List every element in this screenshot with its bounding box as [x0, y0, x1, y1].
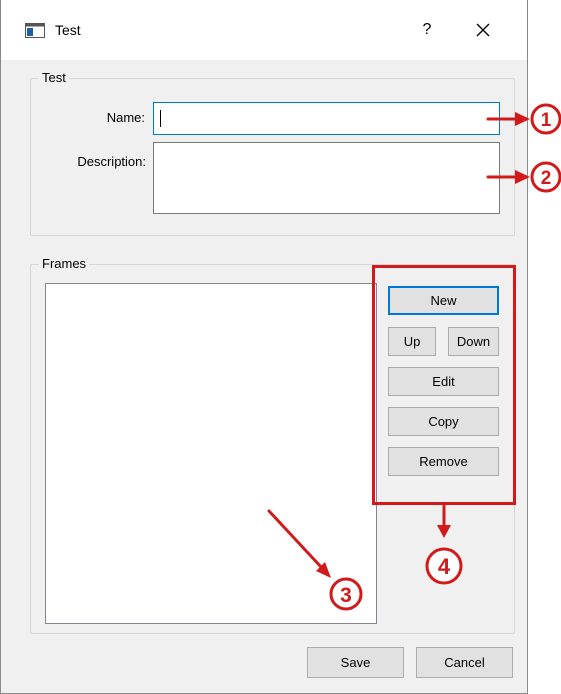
close-icon[interactable] [471, 18, 495, 42]
callout-circle-2 [530, 161, 561, 193]
frames-group-title: Frames [39, 256, 90, 271]
test-groupbox: Test Name: Description: [30, 70, 515, 236]
callout-number-1: 1 [541, 110, 552, 131]
callout-highlight-box [372, 265, 516, 505]
description-label: Description: [77, 154, 146, 169]
title-bar: Test ? [1, 0, 527, 60]
window-icon [25, 23, 45, 38]
frames-list[interactable] [45, 283, 377, 624]
help-button[interactable]: ? [417, 18, 437, 42]
callout-circle-1 [530, 103, 561, 135]
test-group-title: Test [39, 70, 69, 85]
name-input[interactable] [153, 102, 500, 135]
save-button[interactable]: Save [307, 647, 404, 678]
name-label: Name: [106, 110, 145, 125]
callout-number-2: 2 [541, 168, 552, 189]
description-field[interactable] [153, 142, 500, 214]
cancel-button[interactable]: Cancel [416, 647, 513, 678]
text-caret [160, 110, 161, 127]
window-title: Test [55, 22, 81, 38]
